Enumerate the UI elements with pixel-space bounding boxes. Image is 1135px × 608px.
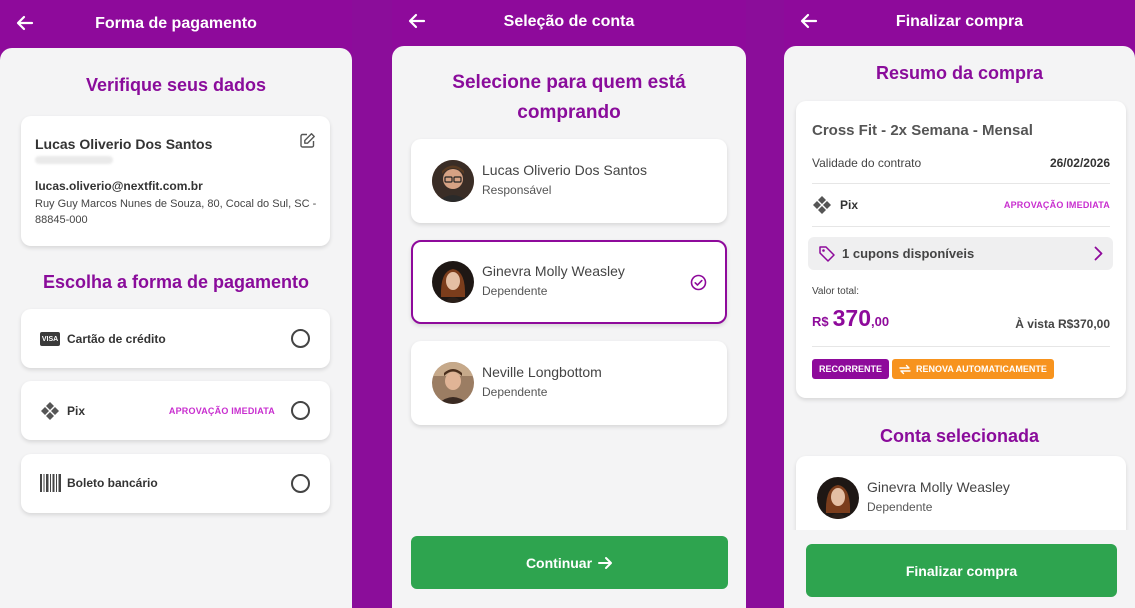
check-circle-icon [690, 274, 707, 296]
visa-card-icon: VISA [40, 332, 60, 346]
account-name: Ginevra Molly Weasley [482, 263, 625, 279]
screen-title: Forma de pagamento [95, 15, 257, 32]
payment-option-boleto[interactable]: Boleto bancário [21, 454, 330, 513]
account-option-selected[interactable]: Ginevra Molly Weasley Dependente [411, 240, 727, 324]
top-bar: Forma de pagamento [0, 0, 352, 48]
select-account-title: Selecione para quem está comprando [392, 68, 746, 128]
price-decimal: ,00 [871, 314, 890, 329]
back-arrow-icon[interactable] [12, 10, 38, 36]
checkout-screen: Finalizar compra Resumo da compra Cross … [784, 0, 1135, 608]
validity-value: 26/02/2026 [1049, 156, 1110, 170]
screen-title: Seleção de conta [503, 13, 635, 30]
choose-payment-title: Escolha a forma de pagamento [42, 272, 310, 292]
back-arrow-icon[interactable] [796, 8, 822, 34]
arrow-right-icon [598, 556, 613, 570]
selected-account-title: Conta selecionada [879, 426, 1040, 446]
avatar [432, 362, 474, 404]
avatar [817, 477, 859, 519]
continue-button-label: Continuar [525, 554, 593, 571]
auto-renew-tag: RENOVA AUTOMATICAMENTE [892, 359, 1054, 379]
instant-approval-badge: APROVAÇÃO IMEDIATA [168, 406, 275, 416]
payment-option-label: Cartão de crédito [67, 332, 166, 346]
price-integer: 370 [832, 305, 871, 331]
user-name: Lucas Oliverio Dos Santos [35, 136, 213, 152]
verify-data-title: Verifique seus dados [85, 75, 267, 95]
account-name: Ginevra Molly Weasley [867, 479, 1010, 495]
account-selection-screen: Seleção de conta Selecione para quem est… [392, 0, 746, 608]
account-role: Responsável [482, 183, 552, 197]
user-data-card: Lucas Oliverio Dos Santos lucas.oliverio… [21, 116, 330, 246]
back-arrow-icon[interactable] [404, 8, 430, 34]
top-bar: Finalizar compra [784, 0, 1135, 44]
radio-button[interactable] [291, 329, 310, 348]
divider [812, 183, 1110, 184]
edit-icon[interactable] [299, 132, 316, 154]
total-label: Valor total: [812, 286, 860, 297]
avatar [432, 160, 474, 202]
payment-method-screen: Forma de pagamento Verifique seus dados … [0, 0, 352, 608]
renew-icon [899, 364, 911, 375]
bottom-action-bar: Finalizar compra [784, 530, 1135, 608]
avatar [432, 261, 474, 303]
account-role: Dependente [867, 500, 933, 514]
redacted-phone [35, 156, 113, 164]
user-email: lucas.oliverio@nextfit.com.br [35, 179, 203, 193]
divider [812, 226, 1110, 227]
pix-icon [812, 195, 832, 220]
purchase-summary-title: Resumo da compra [875, 63, 1044, 83]
radio-button[interactable] [291, 474, 310, 493]
barcode-icon [40, 474, 61, 497]
price-currency: R$ [812, 314, 829, 329]
cash-price: À vista R$370,00 [1015, 317, 1110, 331]
content-panel: Selecione para quem está comprando Lucas… [392, 46, 746, 608]
total-price: R$ 370 ,00 [812, 305, 889, 332]
account-role: Dependente [482, 284, 548, 298]
coupons-row[interactable]: 1 cupons disponíveis [808, 237, 1113, 270]
plan-name: Cross Fit - 2x Semana - Mensal [812, 122, 1033, 139]
chevron-right-icon [1094, 246, 1103, 266]
recurring-tag: RECORRENTE [812, 359, 890, 379]
auto-renew-label: RENOVA AUTOMATICAMENTE [916, 364, 1047, 374]
content-panel: Resumo da compra Cross Fit - 2x Semana -… [784, 46, 1135, 608]
select-account-title-line2: comprando [517, 102, 621, 123]
validity-label: Validade do contrato [812, 156, 922, 170]
payment-option-label: Boleto bancário [67, 476, 158, 490]
account-role: Dependente [482, 385, 548, 399]
account-option[interactable]: Neville Longbottom Dependente [411, 341, 727, 425]
payment-option-credit-card[interactable]: VISA Cartão de crédito [21, 309, 330, 368]
content-panel: Verifique seus dados Lucas Oliverio Dos … [0, 48, 352, 608]
coupons-label: 1 cupons disponíveis [842, 246, 975, 261]
payment-option-pix[interactable]: Pix APROVAÇÃO IMEDIATA [21, 381, 330, 440]
purchase-summary-card: Cross Fit - 2x Semana - Mensal Validade … [796, 101, 1126, 398]
user-address: Ruy Guy Marcos Nunes de Souza, 80, Cocal… [35, 198, 317, 226]
tag-icon [818, 245, 836, 267]
finish-purchase-button[interactable]: Finalizar compra [806, 544, 1117, 597]
payment-option-label: Pix [67, 404, 86, 418]
pix-icon [40, 401, 60, 426]
screen-title: Finalizar compra [895, 13, 1024, 30]
payment-method-label: Pix [840, 198, 859, 212]
top-bar: Seleção de conta [392, 0, 746, 44]
account-name: Lucas Oliverio Dos Santos [482, 162, 647, 178]
account-option[interactable]: Lucas Oliverio Dos Santos Responsável [411, 139, 727, 223]
radio-button[interactable] [291, 401, 310, 420]
divider [812, 346, 1110, 347]
continue-button[interactable]: Continuar [411, 536, 728, 589]
select-account-title-line1: Selecione para quem está [452, 72, 686, 93]
instant-approval-badge: APROVAÇÃO IMEDIATA [1003, 200, 1110, 210]
account-name: Neville Longbottom [482, 364, 602, 380]
